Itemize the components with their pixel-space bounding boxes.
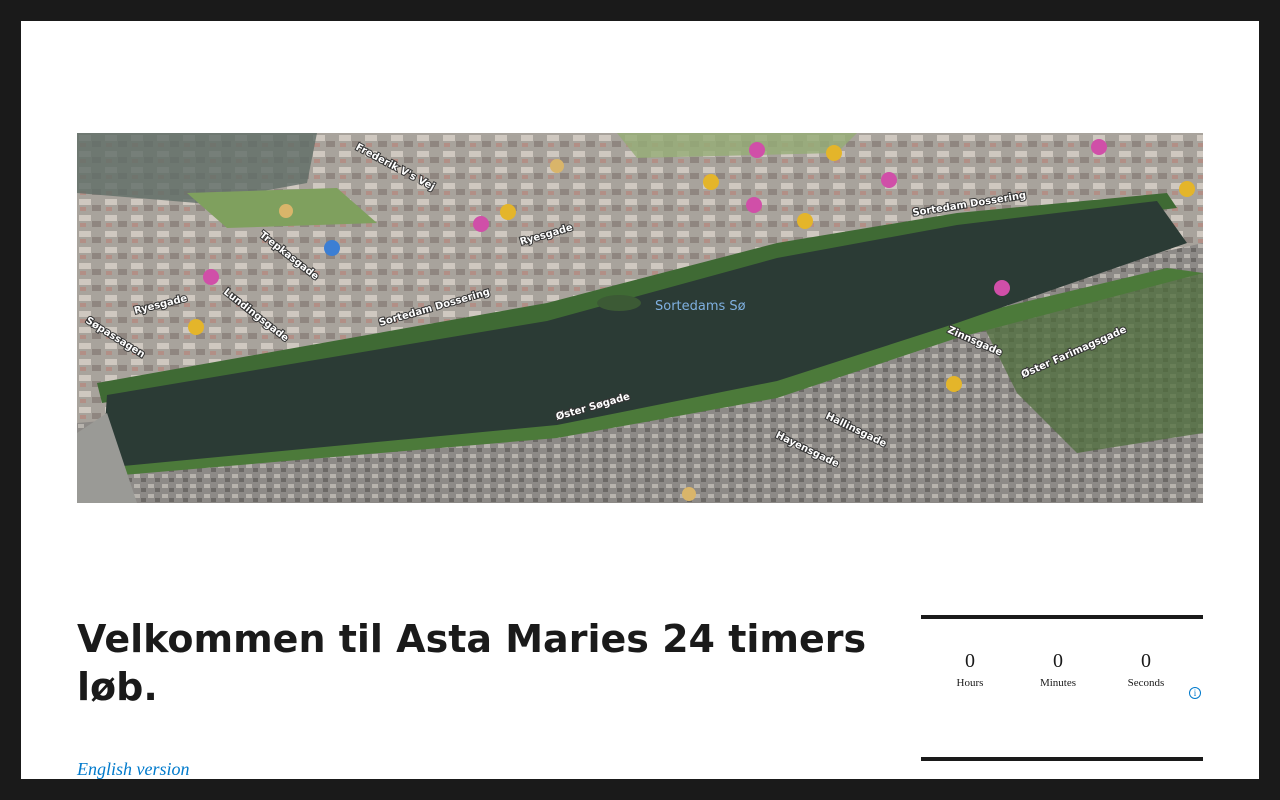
countdown-seconds: 0 Seconds bbox=[1116, 649, 1176, 689]
info-icon[interactable]: i bbox=[1189, 687, 1201, 699]
page-frame: Frederik V's Vej Trepkasgade Ryesgade Ry… bbox=[21, 21, 1259, 779]
countdown-widget: 0 Hours 0 Minutes 0 Seconds i bbox=[921, 615, 1203, 761]
seconds-label: Seconds bbox=[1127, 677, 1165, 689]
page-title: Velkommen til Asta Maries 24 timers løb. bbox=[77, 617, 867, 709]
lake-label: Sortedams Sø bbox=[655, 299, 746, 314]
countdown-minutes: 0 Minutes bbox=[1028, 649, 1088, 689]
hero-aerial-map-image: Frederik V's Vej Trepkasgade Ryesgade Ry… bbox=[77, 133, 1203, 503]
countdown-hours: 0 Hours bbox=[940, 649, 1000, 689]
minutes-label: Minutes bbox=[1039, 677, 1077, 689]
lake-island bbox=[597, 295, 641, 311]
hours-label: Hours bbox=[956, 677, 984, 689]
hours-value: 0 bbox=[965, 650, 975, 672]
aerial-map-svg: Frederik V's Vej Trepkasgade Ryesgade Ry… bbox=[77, 133, 1203, 503]
english-version-link[interactable]: English version bbox=[77, 759, 190, 779]
seconds-value: 0 bbox=[1141, 650, 1151, 672]
minutes-value: 0 bbox=[1053, 650, 1063, 672]
